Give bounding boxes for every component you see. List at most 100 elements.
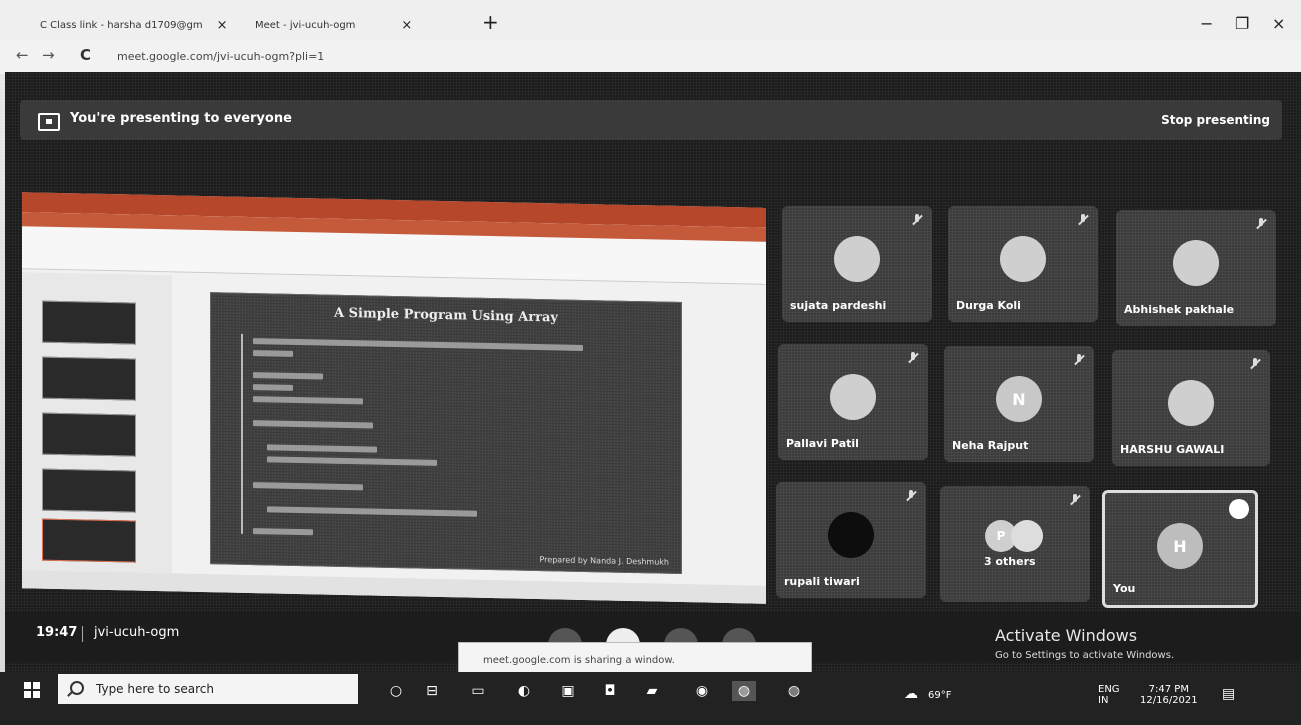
back-button[interactable]: ← xyxy=(16,46,29,64)
slide-thumbnail xyxy=(42,412,136,457)
code-line xyxy=(253,372,323,380)
stop-presenting-button[interactable]: Stop presenting xyxy=(1161,113,1270,127)
mic-off-icon xyxy=(1078,214,1088,226)
tab-label: C Class link - harsha d1709@gm xyxy=(40,19,203,31)
participant-tile[interactable]: Pallavi Patil xyxy=(778,344,928,460)
participant-name: Pallavi Patil xyxy=(786,437,859,450)
code-line xyxy=(253,350,293,357)
mic-off-icon xyxy=(1070,494,1080,506)
code-line xyxy=(253,396,363,405)
presenting-banner: You're presenting to everyone Stop prese… xyxy=(20,100,1282,140)
edge-icon[interactable]: ◐ xyxy=(512,681,536,701)
address-bar: ← → C meet.google.com/jvi-ucuh-ogm?pli=1 xyxy=(0,40,1301,74)
present-screen-icon xyxy=(38,113,60,131)
slide-code-block xyxy=(241,333,623,542)
avatar xyxy=(1168,380,1214,426)
weather-temp[interactable]: 69°F xyxy=(928,690,951,701)
task-view-icon[interactable]: ⊟ xyxy=(420,681,444,701)
participant-tile[interactable]: Durga Koli xyxy=(948,206,1098,322)
slide-credit: Prepared by Nanda J. Deshmukh xyxy=(539,555,669,567)
tab-close-icon[interactable]: × xyxy=(401,18,412,33)
clock[interactable]: 7:47 PM 12/16/2021 xyxy=(1140,684,1198,706)
store-icon[interactable]: ▣ xyxy=(556,681,580,701)
slide-thumbnail xyxy=(42,356,136,401)
sharing-text: meet.google.com is sharing a window. xyxy=(483,655,675,666)
mic-off-icon xyxy=(912,214,922,226)
media-icon[interactable]: ◉ xyxy=(690,681,714,701)
mic-off-icon xyxy=(906,490,916,502)
participant-tile[interactable]: sujata pardeshi xyxy=(782,206,932,322)
code-line xyxy=(267,506,477,517)
activate-windows-subtitle: Go to Settings to activate Windows. xyxy=(995,650,1175,661)
mic-off-icon xyxy=(1250,358,1260,370)
participant-name: 3 others xyxy=(984,555,1036,568)
lang-line2: IN xyxy=(1098,695,1109,706)
participant-name: Neha Rajput xyxy=(952,439,1029,452)
language-indicator[interactable]: ENG IN xyxy=(1098,684,1120,706)
search-icon xyxy=(70,681,84,695)
app-icon[interactable]: ▭ xyxy=(466,681,490,701)
slide-thumbnails xyxy=(22,272,172,574)
cortana-icon[interactable]: ○ xyxy=(384,681,408,701)
participant-name: HARSHU GAWALI xyxy=(1120,443,1225,456)
code-line xyxy=(253,420,373,429)
shared-screen: A Simple Program Using Array Prepared by… xyxy=(22,192,766,604)
current-slide: A Simple Program Using Array Prepared by… xyxy=(210,292,682,575)
mic-off-icon xyxy=(1074,354,1084,366)
url-field[interactable]: meet.google.com/jvi-ucuh-ogm?pli=1 xyxy=(117,50,324,63)
new-tab-button[interactable]: + xyxy=(482,10,499,34)
start-button[interactable] xyxy=(24,682,40,698)
participant-tile[interactable]: N Neha Rajput xyxy=(944,346,1094,462)
self-tile[interactable]: H You xyxy=(1102,490,1258,608)
screen-photo: C Class link - harsha d1709@gm × Meet - … xyxy=(0,0,1301,725)
chrome-icon[interactable]: ◍ xyxy=(732,681,756,701)
mic-off-icon xyxy=(908,352,918,364)
participant-tile[interactable]: P 3 others xyxy=(940,486,1090,602)
taskbar-search-box[interactable]: Type here to search xyxy=(58,674,358,704)
avatar: N xyxy=(996,376,1042,422)
tab-classroom[interactable]: C Class link - harsha d1709@gm × xyxy=(40,14,228,36)
meeting-code: jvi-ucuh-ogm xyxy=(94,625,180,640)
clock-time: 7:47 PM xyxy=(1148,684,1189,695)
meeting-time: 19:47 xyxy=(36,625,78,640)
slide-thumbnail xyxy=(42,518,136,563)
code-line xyxy=(267,444,377,453)
avatar: H xyxy=(1157,523,1203,569)
activate-windows-title: Activate Windows xyxy=(995,626,1138,645)
participant-name: Abhishek pakhale xyxy=(1124,303,1235,316)
chrome-icon[interactable]: ◍ xyxy=(782,681,806,701)
search-placeholder: Type here to search xyxy=(96,682,214,696)
participant-name: Durga Koli xyxy=(956,299,1021,312)
restore-button[interactable]: ❐ xyxy=(1235,14,1249,33)
weather-icon[interactable]: ☁ xyxy=(904,686,918,702)
avatar xyxy=(830,374,876,420)
close-window-button[interactable]: × xyxy=(1272,14,1285,33)
minimize-button[interactable]: − xyxy=(1200,14,1213,33)
code-line xyxy=(253,482,363,491)
avatar xyxy=(834,236,880,282)
code-line xyxy=(253,338,583,351)
clock-date: 12/16/2021 xyxy=(1140,695,1198,706)
avatar xyxy=(1000,236,1046,282)
slide-thumbnail xyxy=(42,468,136,513)
mic-off-icon xyxy=(1256,218,1266,230)
code-line xyxy=(267,456,437,466)
participant-tile[interactable]: Abhishek pakhale xyxy=(1116,210,1276,326)
participant-tile[interactable]: HARSHU GAWALI xyxy=(1112,350,1270,466)
notification-icon[interactable]: ▤ xyxy=(1222,686,1235,702)
tab-label: Meet - jvi-ucuh-ogm xyxy=(255,19,356,31)
office-icon[interactable]: ◘ xyxy=(598,681,622,701)
lang-line1: ENG xyxy=(1098,684,1120,695)
file-explorer-icon[interactable]: ▰ xyxy=(640,681,664,701)
presenting-text: You're presenting to everyone xyxy=(70,111,292,126)
code-line xyxy=(253,528,313,536)
participant-name: You xyxy=(1113,582,1136,595)
avatar xyxy=(1173,240,1219,286)
participant-tile[interactable]: rupali tiwari xyxy=(776,482,926,598)
more-options-icon[interactable] xyxy=(1229,499,1249,519)
tab-meet[interactable]: Meet - jvi-ucuh-ogm × xyxy=(255,14,412,36)
reload-button[interactable]: C xyxy=(80,46,91,64)
forward-button[interactable]: → xyxy=(42,46,55,64)
tab-close-icon[interactable]: × xyxy=(217,18,228,33)
code-line xyxy=(253,384,293,391)
